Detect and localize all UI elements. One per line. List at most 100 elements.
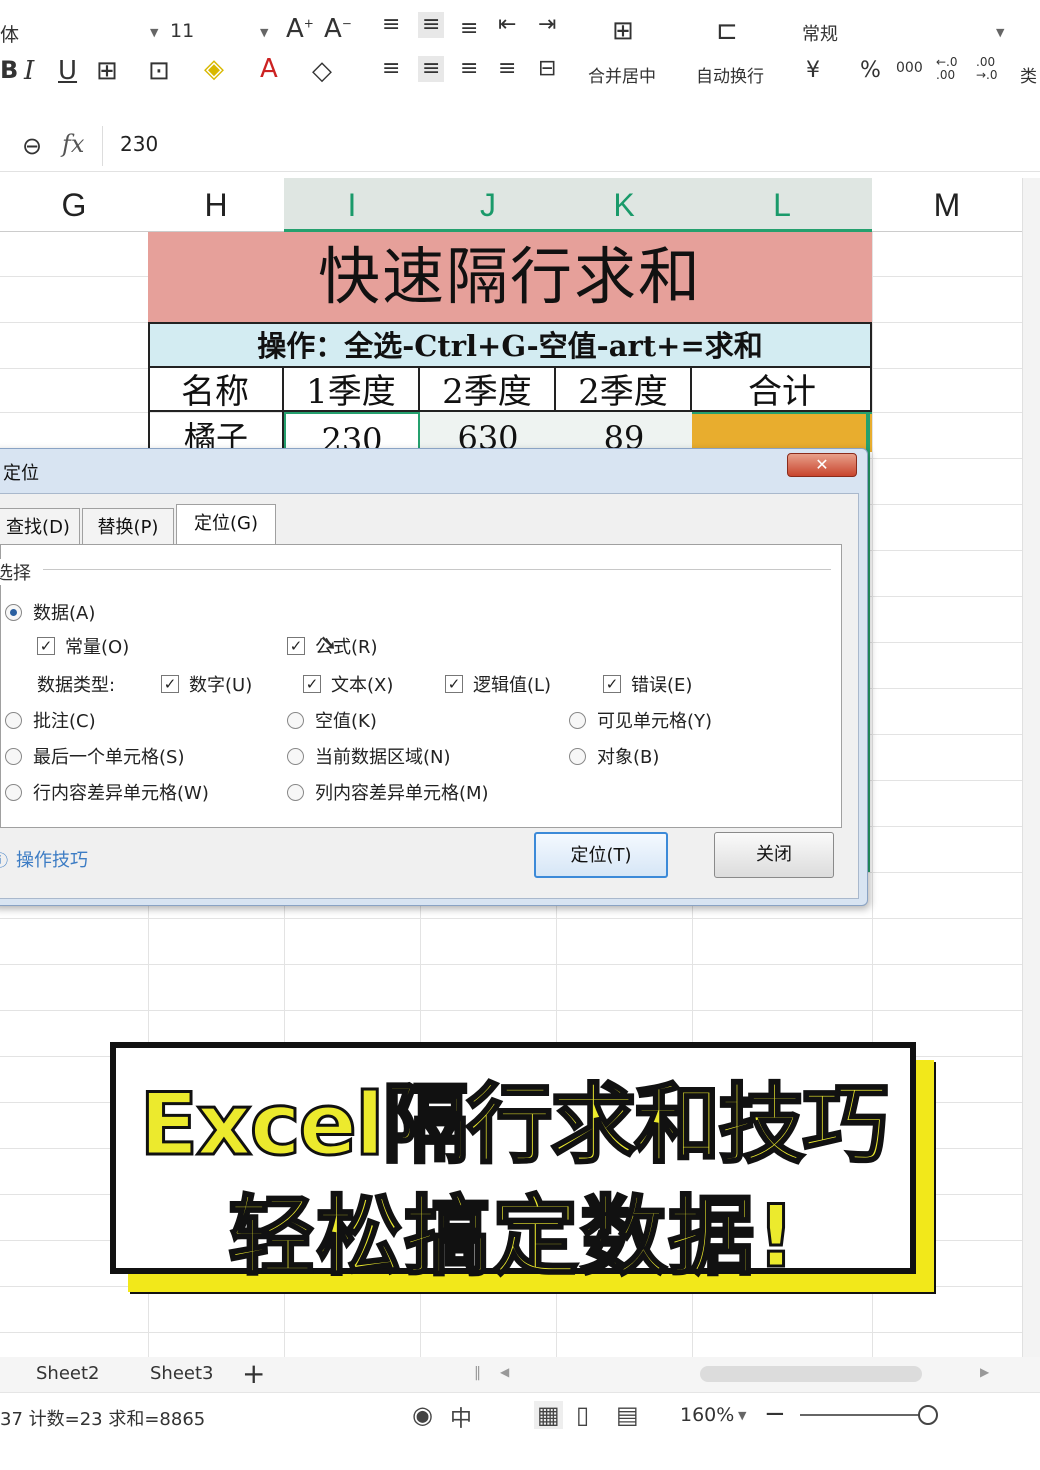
number-format-select[interactable]: 常规 (802, 20, 838, 46)
checkbox-errors[interactable]: ✓ 错误(E) (603, 671, 692, 697)
checkbox-constants[interactable]: ✓ 常量(O) (37, 633, 129, 659)
page-layout-icon[interactable]: ▯ (576, 1401, 589, 1429)
add-sheet-button[interactable]: + (242, 1357, 265, 1390)
italic-icon[interactable]: I (24, 58, 34, 84)
column-header-l[interactable]: L (692, 178, 872, 232)
tips-link[interactable]: ⓘ 操作技巧 (0, 846, 88, 872)
table-cell[interactable]: 89 (556, 412, 692, 452)
tab-goto[interactable]: 定位(G) (176, 504, 276, 548)
column-header-i[interactable]: I (284, 178, 420, 232)
column-header-m[interactable]: M (872, 178, 1022, 232)
indent-decrease-icon[interactable]: ⇤ (498, 14, 516, 36)
page-break-icon[interactable]: ▤ (616, 1401, 639, 1429)
checkbox-logicals[interactable]: ✓ 逻辑值(L) (445, 671, 551, 697)
border-icon[interactable]: ⊞ (96, 58, 118, 84)
cell-type-button[interactable]: 类 (1020, 62, 1037, 87)
scroll-right-icon[interactable]: ▶ (980, 1365, 989, 1379)
header-q2: 2季度 (420, 368, 556, 412)
increase-decimal-button[interactable]: ←.0 .00 (936, 56, 966, 82)
horizontal-scrollbar[interactable] (700, 1366, 922, 1382)
eraser-icon[interactable]: ◇ (312, 58, 332, 84)
chevron-down-icon[interactable]: ▼ (150, 26, 158, 39)
radio-data[interactable]: 数据(A) (5, 599, 95, 625)
font-size-box[interactable]: 11 (170, 20, 194, 42)
normal-view-icon[interactable]: ▦ (534, 1401, 563, 1429)
justify-icon[interactable]: ≡ (498, 58, 516, 80)
radio-current-region[interactable]: 当前数据区域(N) (287, 743, 451, 769)
cursor-icon: ➘ (319, 631, 338, 656)
radio-comments[interactable]: 批注(C) (5, 707, 96, 733)
header-q1: 1季度 (284, 368, 420, 412)
eye-protection-icon[interactable]: ◉ (412, 1401, 433, 1429)
merge-center-button[interactable]: 合并居中 (588, 62, 656, 87)
zoom-out-icon[interactable]: − (764, 1399, 786, 1429)
wrap-text-icon[interactable]: ⊏ (716, 18, 738, 44)
fill-color-icon[interactable]: ◈ (204, 56, 224, 82)
table-cell[interactable]: 630 (420, 412, 556, 452)
close-icon[interactable]: ✕ (787, 453, 857, 477)
table-cell[interactable]: 230 (284, 412, 420, 452)
chevron-down-icon[interactable]: ▼ (260, 26, 268, 39)
column-header-g[interactable]: G (0, 178, 148, 232)
scroll-left-icon[interactable]: ◀ (500, 1365, 509, 1379)
zoom-slider-track[interactable] (800, 1414, 920, 1416)
close-button[interactable]: 关闭 (714, 832, 834, 878)
formula-input[interactable]: 230 (120, 132, 158, 156)
dialog-title: 定位 (3, 463, 39, 484)
align-right-icon[interactable]: ≡ (460, 58, 478, 80)
decrease-font-icon[interactable]: A− (324, 16, 352, 42)
goto-panel: 选择 数据(A) ✓ 常量(O) ✓ 公式(R) ➘ 数据类型: ✓ 数字(U) ✓ 文… (0, 544, 842, 828)
tab-find[interactable]: 查找(D) (0, 508, 80, 548)
fx-icon[interactable]: fx (62, 130, 84, 158)
radio-row-differences[interactable]: 行内容差异单元格(W) (5, 779, 209, 805)
radio-last-cell[interactable]: 最后一个单元格(S) (5, 743, 184, 769)
indent-increase-icon[interactable]: ⇥ (538, 14, 556, 36)
column-header-j[interactable]: J (420, 178, 556, 232)
align-center-icon[interactable]: ≡ (418, 56, 445, 82)
thousands-button[interactable]: 000 (896, 60, 923, 76)
distribute-icon[interactable]: ⊟ (538, 58, 556, 80)
radio-visible-cells[interactable]: 可见单元格(Y) (569, 707, 712, 733)
checkbox-numbers[interactable]: ✓ 数字(U) (161, 671, 252, 697)
percent-button[interactable]: % (860, 58, 881, 83)
currency-button[interactable]: ¥ (806, 58, 820, 83)
align-middle-icon[interactable]: ≡ (418, 12, 445, 38)
table-cell[interactable]: 橘子 (148, 412, 284, 452)
header-name: 名称 (148, 368, 284, 412)
tab-splitter[interactable]: ‖ (474, 1365, 481, 1381)
vertical-scrollbar[interactable] (1022, 178, 1040, 1358)
sheet-tab-sheet2[interactable]: Sheet2 (36, 1363, 100, 1384)
chevron-down-icon[interactable]: ▼ (738, 1409, 746, 1422)
wrap-text-button[interactable]: 自动换行 (696, 62, 764, 87)
merge-cells-icon[interactable]: ⊞ (612, 18, 634, 44)
input-method-icon[interactable]: 中 (450, 1401, 472, 1433)
table-title: 快速隔行求和 (148, 232, 872, 322)
tab-replace[interactable]: 替换(P) (82, 508, 174, 548)
increase-font-icon[interactable]: A+ (286, 16, 314, 42)
radio-blanks[interactable]: 空值(K) (287, 707, 377, 733)
underline-icon[interactable]: U (58, 58, 77, 84)
zoom-level[interactable]: 160% (680, 1404, 734, 1426)
checkbox-text[interactable]: ✓ 文本(X) (303, 671, 393, 697)
align-top-icon[interactable]: ≡ (382, 14, 400, 36)
font-color-icon[interactable]: A (260, 56, 278, 82)
column-header-k[interactable]: K (556, 178, 692, 232)
cell-style-icon[interactable]: ⊡ (148, 58, 170, 84)
zoom-slider-thumb[interactable] (918, 1405, 938, 1425)
zoom-search-icon[interactable]: ⊖ (22, 132, 42, 160)
goto-button[interactable]: 定位(T) (534, 832, 668, 878)
column-header-h[interactable]: H (148, 178, 284, 232)
banner-line-1: Excel隔行求和技巧 (138, 1074, 890, 1177)
sheet-tab-sheet3[interactable]: Sheet3 (150, 1363, 214, 1384)
banner-line-2: 轻松搞定数据! (227, 1186, 798, 1289)
table-subtitle: 操作：全选-Ctrl+G-空值-art+=求和 (148, 322, 872, 368)
decrease-decimal-button[interactable]: .00 →.0 (976, 56, 1006, 82)
table-cell[interactable] (692, 412, 872, 452)
radio-column-differences[interactable]: 列内容差异单元格(M) (287, 779, 489, 805)
bold-icon[interactable]: B (0, 58, 18, 82)
font-name-box[interactable]: 体 (0, 20, 19, 47)
align-bottom-icon[interactable]: ≡ (460, 18, 478, 40)
chevron-down-icon[interactable]: ▼ (996, 26, 1004, 39)
radio-objects[interactable]: 对象(B) (569, 743, 659, 769)
align-left-icon[interactable]: ≡ (382, 58, 400, 80)
